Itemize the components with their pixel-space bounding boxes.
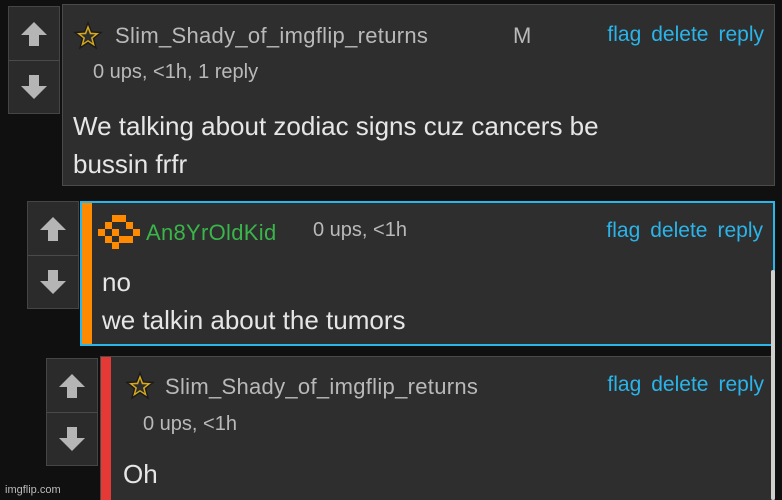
comment-body-line: We talking about zodiac signs cuz cancer… xyxy=(73,111,599,141)
arrow-down-icon xyxy=(59,426,85,451)
reply-link[interactable]: reply xyxy=(717,219,763,243)
scrollbar[interactable] xyxy=(771,270,775,500)
comment-body: We talking about zodiac signs cuz cancer… xyxy=(73,107,599,183)
upvote-button[interactable] xyxy=(9,7,59,61)
orange-pixel-avatar-icon xyxy=(98,215,140,249)
reply-link[interactable]: reply xyxy=(718,23,764,47)
delete-link[interactable]: delete xyxy=(651,23,708,47)
reply-indent-stripe xyxy=(101,357,111,500)
delete-link[interactable]: delete xyxy=(650,219,707,243)
comment-thread: Slim_Shady_of_imgflip_returns M flag del… xyxy=(0,0,782,500)
upvote-button[interactable] xyxy=(47,359,97,413)
username[interactable]: An8YrOldKid xyxy=(146,220,276,246)
comment-actions: flag delete reply xyxy=(607,373,764,397)
star-badge-icon xyxy=(125,371,155,400)
comment-meta: 0 ups, <1h xyxy=(143,413,237,435)
downvote-button[interactable] xyxy=(28,255,78,308)
downvote-button[interactable] xyxy=(47,412,97,465)
comment-body: no we talkin about the tumors xyxy=(102,263,406,339)
upvote-button[interactable] xyxy=(28,202,78,256)
comment-card-selected: An8YrOldKid 0 ups, <1h flag delete reply… xyxy=(80,201,775,346)
flag-link[interactable]: flag xyxy=(606,219,640,243)
flag-link[interactable]: flag xyxy=(607,373,641,397)
comment-meta: 0 ups, <1h, 1 reply xyxy=(93,61,259,83)
comment-card: Slim_Shady_of_imgflip_returns flag delet… xyxy=(100,356,775,500)
watermark: imgflip.com xyxy=(5,484,61,496)
username[interactable]: Slim_Shady_of_imgflip_returns xyxy=(165,374,478,400)
comment-body: Oh xyxy=(123,455,158,493)
mod-badge: M xyxy=(513,23,532,48)
comment-body-line: no xyxy=(102,267,131,297)
arrow-down-icon xyxy=(40,269,66,294)
arrow-down-icon xyxy=(21,74,47,99)
vote-box xyxy=(27,201,79,309)
vote-box xyxy=(8,6,60,114)
star-badge-icon xyxy=(73,21,103,50)
vote-box xyxy=(46,358,98,466)
arrow-up-icon xyxy=(21,21,47,46)
comment-meta: 0 ups, <1h xyxy=(313,219,407,241)
comment-card: Slim_Shady_of_imgflip_returns M flag del… xyxy=(62,4,775,186)
downvote-button[interactable] xyxy=(9,60,59,113)
arrow-up-icon xyxy=(59,373,85,398)
comment-body-line: Oh xyxy=(123,459,158,489)
comment-body-line: bussin frfr xyxy=(73,149,188,179)
reply-indent-stripe xyxy=(82,203,92,344)
comment-actions: flag delete reply xyxy=(607,23,764,47)
comment-body-line: we talkin about the tumors xyxy=(102,305,406,335)
delete-link[interactable]: delete xyxy=(651,373,708,397)
flag-link[interactable]: flag xyxy=(607,23,641,47)
reply-link[interactable]: reply xyxy=(718,373,764,397)
username[interactable]: Slim_Shady_of_imgflip_returns xyxy=(115,23,428,49)
arrow-up-icon xyxy=(40,216,66,241)
comment-actions: flag delete reply xyxy=(606,219,763,243)
